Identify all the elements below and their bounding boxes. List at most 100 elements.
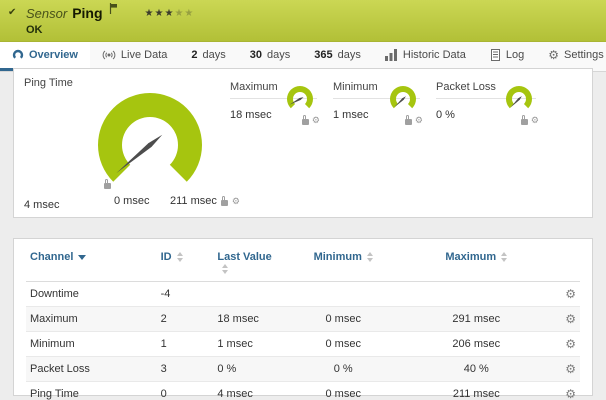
mini-gauge-minimum: Minimum 1 msec ⚙: [333, 81, 420, 147]
channel-last-value: 18 msec: [213, 307, 280, 332]
table-row: Maximum 2 18 msec 0 msec 291 msec ⚙: [26, 307, 580, 332]
column-last-value[interactable]: Last Value: [213, 245, 280, 282]
sort-icon: [177, 252, 183, 262]
axis-lock-icon[interactable]: [405, 119, 412, 125]
packet-loss-gauge: [502, 83, 536, 117]
gauge-settings-icon[interactable]: ⚙: [232, 197, 240, 206]
axis-lock-icon[interactable]: [104, 183, 111, 189]
tab-label: days: [203, 49, 226, 61]
tab-log[interactable]: Log: [478, 42, 536, 71]
tab-number: 2: [191, 49, 197, 61]
table-row: Packet Loss 3 0 % 0 % 40 % ⚙: [26, 357, 580, 382]
channels-table-panel: Channel ID Last Value Minimum Maximum Do…: [13, 238, 593, 396]
sort-icon: [222, 264, 228, 274]
gauge-min-label: 0 msec: [114, 195, 149, 207]
channel-maximum: 211 msec: [406, 382, 546, 400]
channel-minimum: 0 msec: [280, 332, 406, 357]
tab-label: Log: [506, 49, 524, 61]
axis-lock-icon[interactable]: [221, 200, 228, 206]
sensor-header: ✔ Sensor Ping ★★★★★ OK: [0, 0, 606, 42]
channel-id: 1: [157, 332, 214, 357]
channel-name[interactable]: Ping Time: [26, 382, 157, 400]
column-actions: [546, 245, 580, 282]
tab-number: 365: [314, 49, 332, 61]
mini-gauge-row: Maximum 18 msec ⚙ Minimum 1 msec ⚙: [230, 81, 536, 147]
tab-number: 30: [250, 49, 262, 61]
gauge-max-label: 211 msec: [170, 195, 217, 207]
flag-icon: [109, 3, 118, 17]
channel-minimum: 0 %: [280, 357, 406, 382]
ping-time-gauge: [84, 87, 216, 187]
bar-chart-icon: [385, 49, 398, 61]
channel-maximum: 291 msec: [406, 307, 546, 332]
priority-stars[interactable]: ★★★★★: [145, 8, 195, 19]
gauge-icon: [12, 49, 24, 61]
channel-last-value: 4 msec: [213, 382, 280, 400]
channel-minimum: 0 msec: [280, 307, 406, 332]
tab-label: Settings: [564, 49, 604, 61]
channel-settings-icon[interactable]: ⚙: [565, 337, 576, 351]
channel-id: 2: [157, 307, 214, 332]
channel-id: -4: [157, 282, 214, 307]
tab-historic-data[interactable]: Historic Data: [373, 42, 478, 71]
channel-id: 0: [157, 382, 214, 400]
axis-lock-icon[interactable]: [302, 119, 309, 125]
tab-label: Live Data: [121, 49, 167, 61]
gauge-settings-icon[interactable]: ⚙: [531, 116, 539, 125]
prtg-sensor-page: ✔ Sensor Ping ★★★★★ OK Overview: [0, 0, 606, 400]
gauge-current-value: 4 msec: [24, 199, 59, 211]
channel-name[interactable]: Packet Loss: [26, 357, 157, 382]
tab-365-days[interactable]: 365 days: [302, 42, 373, 71]
mini-gauge-packet-loss: Packet Loss 0 % ⚙: [436, 81, 536, 147]
chevron-down-icon: [78, 255, 86, 260]
channel-minimum: 0 msec: [280, 382, 406, 400]
channel-name[interactable]: Downtime: [26, 282, 157, 307]
channel-settings-icon[interactable]: ⚙: [565, 312, 576, 326]
tab-live-data[interactable]: Live Data: [90, 42, 179, 71]
channel-name[interactable]: Minimum: [26, 332, 157, 357]
column-maximum[interactable]: Maximum: [406, 245, 546, 282]
gauge-settings-icon[interactable]: ⚙: [415, 116, 423, 125]
table-header-row: Channel ID Last Value Minimum Maximum: [26, 245, 580, 282]
broadcast-icon: [102, 49, 116, 61]
channel-maximum: [406, 282, 546, 307]
channel-maximum: 40 %: [406, 357, 546, 382]
tab-label: days: [267, 49, 290, 61]
table-row: Minimum 1 1 msec 0 msec 206 msec ⚙: [26, 332, 580, 357]
tab-overview[interactable]: Overview: [0, 42, 90, 71]
tab-30-days[interactable]: 30 days: [238, 42, 303, 71]
maximum-gauge: [283, 83, 317, 117]
channel-settings-icon[interactable]: ⚙: [565, 287, 576, 301]
column-id[interactable]: ID: [157, 245, 214, 282]
gauge-panel-title: Ping Time: [24, 77, 73, 89]
column-channel[interactable]: Channel: [26, 245, 157, 282]
star-empty-icons: ★★: [174, 8, 194, 19]
tab-label: days: [338, 49, 361, 61]
axis-lock-icon[interactable]: [521, 119, 528, 125]
gauge-panel: Ping Time 0 msec 211 msec ⚙ 4 msec Maxim…: [13, 68, 593, 218]
table-row: Ping Time 0 4 msec 0 msec 211 msec ⚙: [26, 382, 580, 400]
channel-minimum: [280, 282, 406, 307]
gauge-settings-icon[interactable]: ⚙: [312, 116, 320, 125]
channel-maximum: 206 msec: [406, 332, 546, 357]
page-title: Ping: [72, 5, 102, 21]
status-badge: OK: [26, 24, 596, 36]
tab-2-days[interactable]: 2 days: [179, 42, 237, 71]
tab-settings[interactable]: ⚙ Settings: [536, 42, 606, 71]
channel-settings-icon[interactable]: ⚙: [565, 362, 576, 376]
sort-icon: [501, 252, 507, 262]
channel-table: Channel ID Last Value Minimum Maximum Do…: [26, 245, 580, 400]
sort-icon: [367, 252, 373, 262]
tab-label: Historic Data: [403, 49, 466, 61]
channel-name[interactable]: Maximum: [26, 307, 157, 332]
table-row: Downtime -4 ⚙: [26, 282, 580, 307]
tab-label: Overview: [29, 49, 78, 61]
mini-gauge-maximum: Maximum 18 msec ⚙: [230, 81, 317, 147]
minimum-gauge: [386, 83, 420, 117]
document-icon: [490, 49, 501, 61]
gear-icon: ⚙: [548, 49, 559, 61]
channel-last-value: [213, 282, 280, 307]
column-minimum[interactable]: Minimum: [280, 245, 406, 282]
sensor-type-label: Sensor: [26, 6, 67, 21]
channel-settings-icon[interactable]: ⚙: [565, 387, 576, 400]
